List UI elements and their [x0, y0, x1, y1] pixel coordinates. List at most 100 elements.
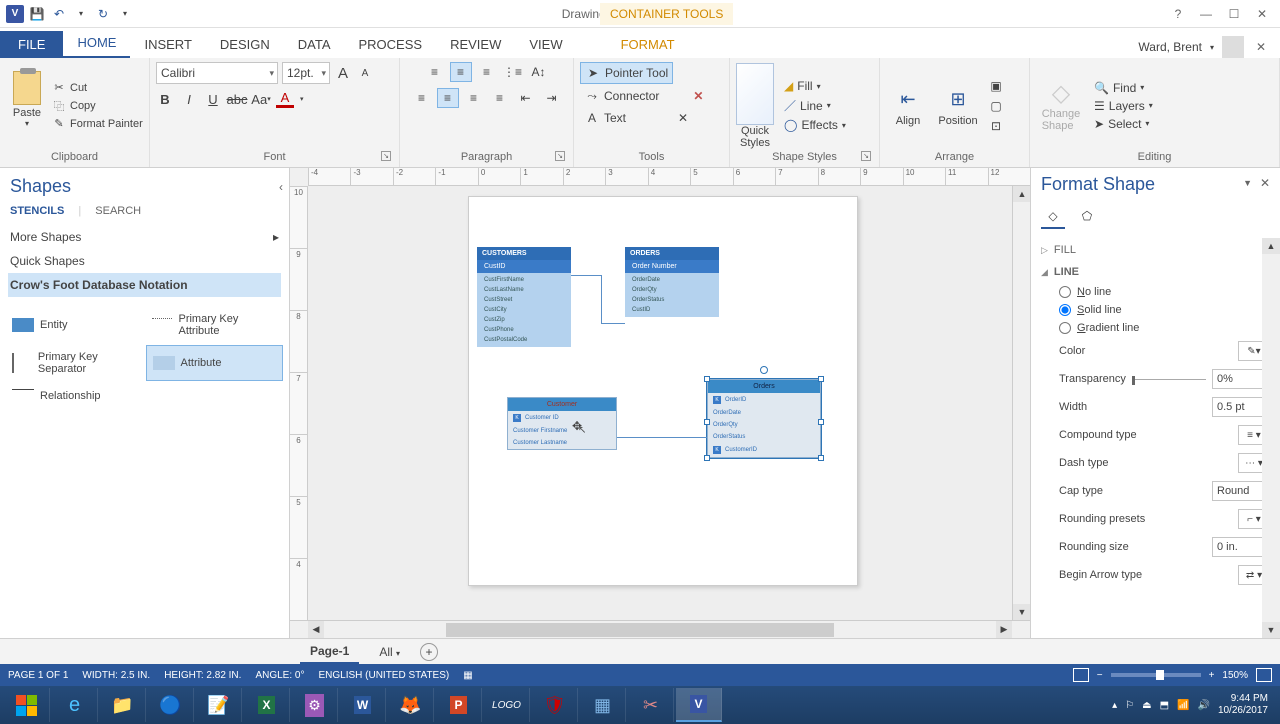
no-line-radio[interactable]: No line [1059, 283, 1270, 301]
page-1-tab[interactable]: Page-1 [300, 640, 359, 664]
zoom-in-button[interactable]: + [1209, 670, 1215, 681]
add-page-button[interactable]: + [420, 643, 438, 661]
group-button[interactable]: ⊡ [986, 117, 1006, 135]
zoom-slider[interactable] [1111, 673, 1201, 677]
fill-line-tab[interactable]: ◇ [1041, 205, 1065, 229]
quick-styles-button[interactable] [736, 63, 774, 125]
tray-expand-icon[interactable]: ▴ [1112, 700, 1117, 711]
font-name-combo[interactable]: Calibri▾ [156, 62, 278, 84]
underline-button[interactable]: U [204, 90, 222, 108]
explorer-button[interactable]: 📁 [100, 688, 146, 722]
mcafee-button[interactable]: 🛡 [532, 688, 578, 722]
fill-section-header[interactable]: ▷FILL [1041, 239, 1270, 261]
position-button[interactable]: ⊞Position [936, 85, 980, 127]
pk-attribute-stencil[interactable]: Primary Key Attribute [146, 307, 284, 343]
page-indicator[interactable]: PAGE 1 OF 1 [8, 670, 68, 681]
scroll-right-button[interactable]: ▶ [996, 621, 1012, 638]
process-tab[interactable]: PROCESS [345, 31, 437, 58]
format-pane-options-icon[interactable]: ▼ [1243, 178, 1252, 188]
format-pane-scrollbar[interactable]: ▲ ▼ [1262, 238, 1280, 638]
shape-styles-dialog-launcher[interactable]: ↘ [861, 151, 871, 161]
connector-line[interactable] [601, 323, 625, 324]
network-icon[interactable]: 📶 [1177, 700, 1189, 711]
bring-front-button[interactable]: ▣ [986, 77, 1006, 95]
home-tab[interactable]: HOME [63, 29, 130, 58]
paragraph-dialog-launcher[interactable]: ↘ [555, 151, 565, 161]
view-tab[interactable]: VIEW [515, 31, 576, 58]
justify-button[interactable]: ≡ [489, 88, 511, 108]
relationship-stencil[interactable]: Relationship [6, 383, 144, 409]
fit-window-button[interactable] [1256, 668, 1272, 682]
connector-line[interactable] [617, 437, 707, 438]
connector-line[interactable] [571, 275, 601, 276]
gradient-line-radio[interactable]: Gradient line [1059, 319, 1270, 337]
insert-tab[interactable]: INSERT [130, 31, 205, 58]
align-button[interactable]: ⇤Align [886, 85, 930, 127]
undo-more-icon[interactable]: ▾ [72, 5, 90, 23]
align-top-button[interactable]: ≡ [424, 62, 446, 82]
tray-icon[interactable]: ⚐ [1125, 700, 1134, 711]
scroll-up-button[interactable]: ▲ [1262, 238, 1280, 254]
font-dialog-launcher[interactable]: ↘ [381, 151, 391, 161]
scroll-up-button[interactable]: ▲ [1013, 186, 1031, 202]
all-pages-tab[interactable]: All ▾ [369, 641, 410, 663]
powerpoint-button[interactable]: P [436, 688, 482, 722]
effects-tab[interactable]: ⬠ [1075, 205, 1099, 229]
design-tab[interactable]: DESIGN [206, 31, 284, 58]
user-name[interactable]: Ward, Brent [1138, 40, 1202, 54]
paste-button[interactable]: Paste ▾ [6, 71, 48, 141]
customers-entity[interactable]: CUSTOMERS CustID CustFirstName CustLastN… [477, 247, 571, 347]
effects-button[interactable]: ◯Effects▾ [784, 118, 846, 132]
decrease-indent-button[interactable]: ⇤ [515, 88, 537, 108]
firefox-button[interactable]: 🦊 [388, 688, 434, 722]
format-tab[interactable]: FORMAT [607, 31, 689, 58]
stencils-tab[interactable]: STENCILS [10, 205, 64, 217]
align-right-button[interactable]: ≡ [463, 88, 485, 108]
scroll-down-button[interactable]: ▼ [1262, 622, 1280, 638]
connector-line[interactable] [601, 275, 602, 323]
presentation-mode-button[interactable] [1073, 668, 1089, 682]
scroll-down-button[interactable]: ▼ [1013, 604, 1031, 620]
user-avatar-icon[interactable] [1222, 36, 1244, 58]
qat-more-icon[interactable]: ▾ [116, 5, 134, 23]
resize-handle[interactable] [818, 455, 824, 461]
bold-button[interactable]: B [156, 90, 174, 108]
macro-record-icon[interactable]: ▦ [463, 670, 472, 681]
change-case-button[interactable]: Aa▾ [252, 90, 270, 108]
pk-separator-stencil[interactable]: Primary Key Separator [6, 345, 144, 381]
save-icon[interactable]: 💾 [28, 5, 46, 23]
text-direction-button[interactable]: A↕ [528, 62, 550, 82]
attribute-stencil[interactable]: Attribute [146, 345, 284, 381]
start-button[interactable] [4, 688, 50, 722]
align-bottom-button[interactable]: ≡ [476, 62, 498, 82]
line-button[interactable]: ／Line▾ [784, 97, 846, 114]
connection-point-icon[interactable]: ✕ [678, 111, 688, 125]
align-middle-button[interactable]: ≡ [450, 62, 472, 82]
resize-handle[interactable] [818, 419, 824, 425]
settings-button[interactable]: ⚙ [292, 688, 338, 722]
review-tab[interactable]: REVIEW [436, 31, 515, 58]
drawing-page[interactable]: CUSTOMERS CustID CustFirstName CustLastN… [468, 196, 858, 586]
scroll-thumb[interactable] [446, 623, 833, 637]
quick-shapes-item[interactable]: Quick Shapes [8, 249, 281, 273]
italic-button[interactable]: I [180, 90, 198, 108]
crows-foot-stencil[interactable]: Crow's Foot Database Notation [8, 273, 281, 297]
word-button[interactable]: W [340, 688, 386, 722]
notepad-button[interactable]: 📝 [196, 688, 242, 722]
shrink-font-button[interactable]: A [356, 64, 374, 82]
orders-entity[interactable]: ORDERS Order Number OrderDate OrderQty O… [625, 247, 719, 317]
drawing-canvas[interactable]: CUSTOMERS CustID CustFirstName CustLastN… [308, 186, 1012, 620]
maximize-button[interactable]: ☐ [1224, 4, 1244, 24]
vertical-scrollbar[interactable]: ▲ ▼ [1012, 186, 1030, 620]
copy-button[interactable]: ⿻Copy [52, 99, 143, 113]
font-color-button[interactable]: A [276, 90, 294, 108]
pointer-tool-button[interactable]: ➤Pointer Tool [580, 62, 673, 84]
strikethrough-button[interactable]: abc [228, 90, 246, 108]
connector-tool-button[interactable]: ⤳Connector✕ [580, 86, 707, 106]
text-tool-button[interactable]: AText✕ [580, 108, 692, 128]
solid-line-radio[interactable]: Solid line [1059, 301, 1270, 319]
chrome-button[interactable]: 🔵 [148, 688, 194, 722]
zoom-level[interactable]: 150% [1222, 670, 1248, 681]
horizontal-scrollbar[interactable] [326, 621, 994, 638]
app-button[interactable]: ▦ [580, 688, 626, 722]
